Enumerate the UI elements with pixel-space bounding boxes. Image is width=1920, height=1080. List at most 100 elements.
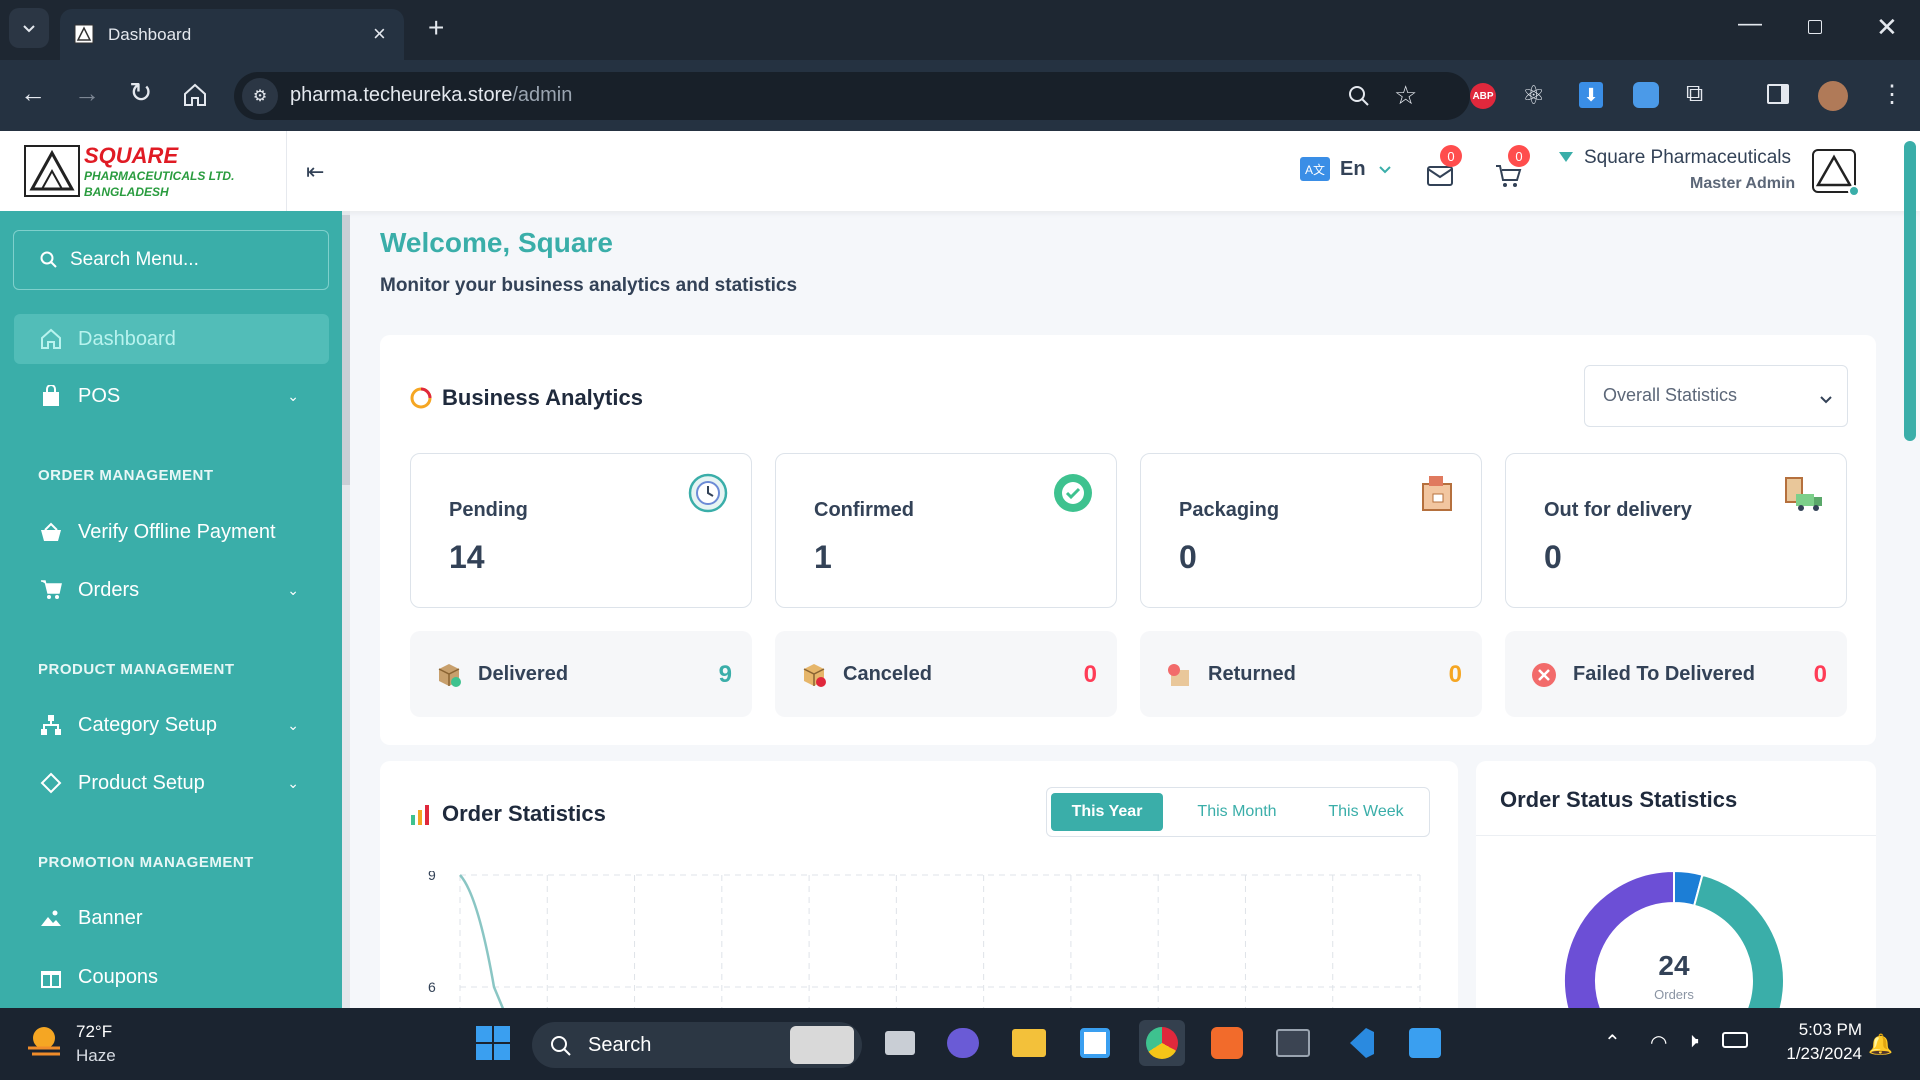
sidebar-item-orders[interactable]: Orders ⌄ bbox=[14, 565, 329, 615]
clock-time[interactable]: 5:03 PM bbox=[1790, 1020, 1862, 1040]
logo-mark-icon bbox=[29, 149, 75, 191]
home-icon bbox=[36, 328, 66, 350]
stat-label: Pending bbox=[449, 499, 528, 521]
taskbar-search[interactable]: Search bbox=[532, 1022, 862, 1068]
mini-stat-returned[interactable]: Returned 0 bbox=[1140, 631, 1482, 717]
language-selector[interactable]: A文 En bbox=[1300, 157, 1392, 181]
wifi-icon[interactable]: ◠ bbox=[1650, 1030, 1667, 1055]
profile-avatar[interactable] bbox=[1818, 81, 1848, 111]
brand-logo[interactable] bbox=[24, 145, 80, 197]
sidebar-item-category-setup[interactable]: Category Setup ⌄ bbox=[14, 700, 329, 750]
side-panel-icon[interactable] bbox=[1767, 84, 1789, 104]
sidebar-item-product-setup[interactable]: Product Setup ⌄ bbox=[14, 758, 329, 808]
mini-stat-delivered[interactable]: Delivered 9 bbox=[410, 631, 752, 717]
period-tab-group: This Year This Month This Week bbox=[1046, 787, 1430, 837]
avatar-logo-icon bbox=[1815, 154, 1853, 187]
sidebar-collapse-icon[interactable]: ⇤ bbox=[306, 159, 324, 185]
mini-stat-value: 0 bbox=[1083, 661, 1097, 688]
stat-packaging[interactable]: Packaging 0 bbox=[1140, 453, 1482, 608]
sidebar-item-pos[interactable]: POS ⌄ bbox=[14, 371, 329, 421]
cart-badge: 0 bbox=[1508, 145, 1530, 167]
brand-subtitle: PHARMACEUTICALS LTD. bbox=[84, 169, 235, 183]
weather-widget[interactable]: 72°F Haze bbox=[24, 1018, 164, 1068]
file-explorer-icon[interactable] bbox=[1006, 1020, 1052, 1066]
favicon-icon bbox=[74, 24, 94, 44]
new-tab-button[interactable]: + bbox=[428, 12, 444, 44]
bar-chart-icon bbox=[411, 805, 429, 825]
box-canceled-icon bbox=[803, 664, 826, 687]
back-icon[interactable]: ← bbox=[20, 78, 46, 109]
y-tick-label: 6 bbox=[428, 979, 436, 995]
address-bar[interactable]: ⚙ pharma.techeureka.store/admin ☆ bbox=[234, 72, 1470, 120]
notifications-bell-icon[interactable]: 🔔 bbox=[1868, 1032, 1893, 1057]
adblock-icon[interactable]: ABP bbox=[1470, 83, 1496, 109]
restore-button[interactable] bbox=[1808, 20, 1822, 34]
stat-pending[interactable]: Pending 14 bbox=[410, 453, 752, 608]
mini-stat-failed[interactable]: Failed To Delivered 0 bbox=[1505, 631, 1847, 717]
browser-menu-icon[interactable]: ⋮ bbox=[1880, 80, 1904, 109]
extensions-puzzle-icon[interactable]: ⧉ bbox=[1686, 80, 1703, 108]
site-info-icon[interactable]: ⚙ bbox=[242, 78, 278, 114]
delivery-truck-icon bbox=[1785, 477, 1822, 511]
statistics-select-value: Overall Statistics bbox=[1603, 385, 1738, 405]
tab-this-month[interactable]: This Month bbox=[1177, 793, 1297, 831]
donut-total: 24 bbox=[1658, 950, 1690, 981]
caret-down-icon[interactable] bbox=[1558, 151, 1574, 163]
download-icon[interactable]: ⬇ bbox=[1579, 82, 1603, 108]
welcome-title: Welcome, Square bbox=[380, 227, 613, 258]
sidebar-scrollbar[interactable] bbox=[342, 211, 350, 1008]
home-icon[interactable] bbox=[182, 82, 208, 108]
sidebar-item-verify-offline-payment[interactable]: Verify Offline Payment bbox=[14, 507, 329, 557]
store-icon[interactable] bbox=[1072, 1020, 1118, 1066]
weather-desc: Haze bbox=[76, 1046, 116, 1065]
tab-search-button[interactable] bbox=[9, 8, 49, 48]
browser-tab-dashboard[interactable]: Dashboard × bbox=[60, 9, 404, 60]
online-status-dot bbox=[1848, 185, 1860, 197]
xampp-icon[interactable] bbox=[1204, 1020, 1250, 1066]
photos-icon[interactable] bbox=[1402, 1020, 1448, 1066]
close-tab-icon[interactable]: × bbox=[373, 21, 386, 47]
messages-button[interactable]: 0 bbox=[1426, 145, 1462, 192]
sidebar-item-coupons[interactable]: Coupons bbox=[14, 952, 329, 1002]
tray-chevron-up-icon[interactable]: ⌃ bbox=[1604, 1030, 1621, 1055]
sidebar-item-label: Orders bbox=[78, 578, 140, 601]
mini-stat-canceled[interactable]: Canceled 0 bbox=[775, 631, 1117, 717]
search-placeholder: Search Menu... bbox=[70, 249, 199, 270]
react-devtools-icon[interactable]: ⚛ bbox=[1522, 80, 1545, 111]
tab-this-week[interactable]: This Week bbox=[1309, 793, 1423, 831]
sidebar-item-dashboard[interactable]: Dashboard bbox=[14, 314, 329, 364]
clock-date[interactable]: 1/23/2024 bbox=[1766, 1044, 1862, 1064]
order-statistics-chart: 9 6 bbox=[428, 871, 1421, 1008]
volume-muted-icon[interactable]: 🕨 bbox=[1686, 1030, 1699, 1053]
section-order-management: ORDER MANAGEMENT bbox=[38, 467, 214, 484]
user-name[interactable]: Square Pharmaceuticals bbox=[1584, 147, 1791, 169]
cart-button[interactable]: 0 bbox=[1494, 145, 1530, 194]
page-scrollbar[interactable] bbox=[1904, 141, 1916, 441]
sidebar-search[interactable]: Search Menu... bbox=[13, 230, 329, 290]
meet-icon[interactable] bbox=[940, 1020, 986, 1066]
mini-stat-label: Canceled bbox=[843, 663, 932, 685]
task-view-icon[interactable] bbox=[877, 1020, 923, 1066]
user-avatar[interactable] bbox=[1812, 149, 1860, 197]
statistics-select[interactable]: Overall Statistics bbox=[1584, 365, 1848, 427]
close-window-button[interactable]: ✕ bbox=[1876, 12, 1898, 43]
battery-icon[interactable] bbox=[1722, 1032, 1748, 1048]
zoom-icon[interactable] bbox=[1348, 85, 1370, 107]
stat-confirmed[interactable]: Confirmed 1 bbox=[775, 453, 1117, 608]
stat-out-for-delivery[interactable]: Out for delivery 0 bbox=[1505, 453, 1847, 608]
search-icon bbox=[551, 1036, 571, 1056]
extension-app-icon[interactable] bbox=[1633, 82, 1659, 108]
terminal-icon[interactable] bbox=[1270, 1020, 1316, 1066]
sidebar-item-banner[interactable]: Banner bbox=[14, 893, 329, 943]
reload-icon[interactable]: ↻ bbox=[129, 76, 152, 109]
section-product-management: PRODUCT MANAGEMENT bbox=[38, 661, 235, 678]
chrome-icon[interactable] bbox=[1139, 1020, 1185, 1066]
forward-icon[interactable]: → bbox=[74, 78, 100, 109]
vscode-icon[interactable] bbox=[1336, 1020, 1382, 1066]
url-host: pharma.techeureka.store bbox=[290, 84, 513, 106]
section-promotion-management: PROMOTION MANAGEMENT bbox=[38, 854, 254, 871]
bookmark-star-icon[interactable]: ☆ bbox=[1394, 80, 1417, 111]
minimize-button[interactable]: — bbox=[1738, 10, 1762, 38]
tab-this-year[interactable]: This Year bbox=[1051, 793, 1163, 831]
start-button[interactable] bbox=[470, 1020, 516, 1066]
